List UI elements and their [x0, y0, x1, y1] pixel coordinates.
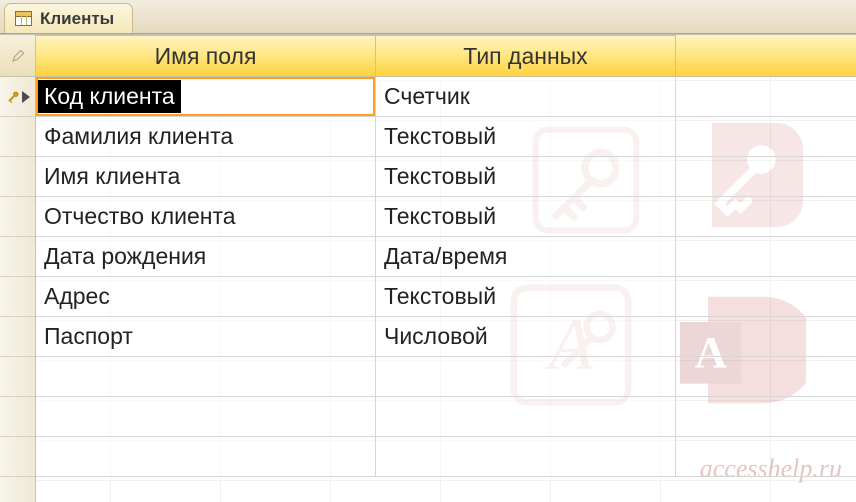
tab-clients[interactable]: Клиенты: [4, 3, 133, 33]
tab-bar: Клиенты: [0, 0, 856, 34]
row-selector[interactable]: [0, 237, 35, 277]
field-row: АдресТекстовый: [36, 277, 856, 317]
row-selector[interactable]: [0, 77, 35, 117]
field-row: Дата рожденияДата/время: [36, 237, 856, 277]
row-spacer: [676, 357, 856, 397]
data-type-cell[interactable]: Счетчик: [376, 77, 676, 117]
data-type-cell[interactable]: Текстовый: [376, 277, 676, 317]
tab-label: Клиенты: [40, 9, 114, 29]
row-selector[interactable]: [0, 437, 35, 477]
row-spacer: [676, 397, 856, 437]
field-name-cell[interactable]: [36, 357, 376, 397]
field-name-cell[interactable]: [36, 437, 376, 477]
field-row: Код клиента Счетчик: [36, 77, 856, 117]
row-selector[interactable]: [0, 317, 35, 357]
field-row-empty: [36, 397, 856, 437]
row-spacer: [676, 277, 856, 317]
header-field-name[interactable]: Имя поля: [36, 35, 376, 77]
data-type-cell[interactable]: Текстовый: [376, 117, 676, 157]
row-spacer: [676, 317, 856, 357]
field-row: Отчество клиентаТекстовый: [36, 197, 856, 237]
header-row: Имя поля Тип данных: [36, 35, 856, 77]
field-row: Имя клиентаТекстовый: [36, 157, 856, 197]
field-name-cell[interactable]: Имя клиента: [36, 157, 376, 197]
row-spacer: [676, 157, 856, 197]
primary-key-icon: [6, 90, 20, 104]
columns-area: Имя поля Тип данных Код клиента СчетчикФа…: [36, 35, 856, 502]
field-name-value[interactable]: Код клиента: [38, 80, 181, 113]
field-name-cell[interactable]: Адрес: [36, 277, 376, 317]
field-name-cell[interactable]: [36, 397, 376, 437]
gutter-header[interactable]: [0, 35, 35, 77]
row-spacer: [676, 77, 856, 117]
datasheet-icon: [15, 11, 32, 26]
field-name-cell[interactable]: Дата рождения: [36, 237, 376, 277]
data-type-cell[interactable]: Числовой: [376, 317, 676, 357]
data-type-cell[interactable]: Дата/время: [376, 237, 676, 277]
row-selector[interactable]: [0, 157, 35, 197]
row-selector[interactable]: [0, 197, 35, 237]
field-name-cell[interactable]: Отчество клиента: [36, 197, 376, 237]
data-type-cell[interactable]: [376, 357, 676, 397]
row-selector[interactable]: [0, 277, 35, 317]
row-selector[interactable]: [0, 357, 35, 397]
field-name-cell[interactable]: Паспорт: [36, 317, 376, 357]
row-selector[interactable]: [0, 397, 35, 437]
data-type-cell[interactable]: [376, 397, 676, 437]
pencil-icon: [11, 49, 25, 63]
design-grid: Имя поля Тип данных Код клиента СчетчикФа…: [0, 34, 856, 502]
field-row-empty: [36, 357, 856, 397]
row-spacer: [676, 117, 856, 157]
row-spacer: [676, 437, 856, 477]
field-row-empty: [36, 437, 856, 477]
field-name-cell[interactable]: Фамилия клиента: [36, 117, 376, 157]
header-data-type[interactable]: Тип данных: [376, 35, 676, 77]
field-name-cell[interactable]: Код клиента: [36, 77, 376, 117]
row-spacer: [676, 197, 856, 237]
row-spacer: [676, 237, 856, 277]
current-row-indicator-icon: [22, 91, 30, 103]
data-type-cell[interactable]: [376, 437, 676, 477]
field-row: Фамилия клиентаТекстовый: [36, 117, 856, 157]
header-spacer: [676, 35, 856, 77]
data-type-cell[interactable]: Текстовый: [376, 197, 676, 237]
field-row: ПаспортЧисловой: [36, 317, 856, 357]
row-selector[interactable]: [0, 117, 35, 157]
data-type-cell[interactable]: Текстовый: [376, 157, 676, 197]
row-selector-gutter: [0, 35, 36, 502]
